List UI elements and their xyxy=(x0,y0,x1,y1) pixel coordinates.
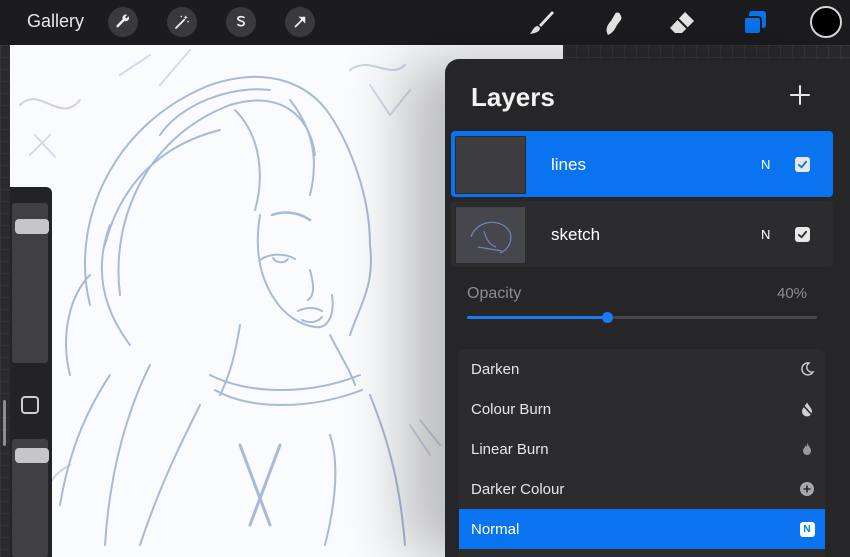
brush-tool[interactable] xyxy=(524,6,558,40)
layers-panel: Layers lines N sketch N Opacity 40% Dark… xyxy=(445,59,850,557)
opacity-slider-fill xyxy=(467,316,607,319)
layer-thumbnail xyxy=(455,206,526,264)
blend-mode-darken[interactable]: Darken xyxy=(459,349,825,389)
smudge-icon xyxy=(606,12,622,35)
blend-mode-darker-colour[interactable]: Darker Colour xyxy=(459,469,825,509)
left-sidebar xyxy=(10,187,52,557)
checkmark-icon xyxy=(797,230,808,239)
layer-name: lines xyxy=(551,155,586,174)
eraser-icon xyxy=(670,12,694,33)
selection-icon xyxy=(237,15,245,27)
moon-icon xyxy=(801,362,815,376)
brush-opacity-slider[interactable] xyxy=(12,439,49,557)
flame-icon xyxy=(803,442,811,455)
n-badge-icon: N xyxy=(799,521,815,537)
blend-mode-label: Darken xyxy=(471,361,520,378)
modify-button[interactable] xyxy=(21,396,39,414)
opacity-value: 40% xyxy=(777,285,808,302)
layer-row-lines[interactable]: lines N xyxy=(451,131,833,197)
wrench-icon xyxy=(116,14,129,28)
layer-thumbnail xyxy=(455,136,526,194)
blend-mode-label: Colour Burn xyxy=(471,401,552,418)
panel-title: Layers xyxy=(471,82,555,112)
layer-name: sketch xyxy=(551,225,601,244)
layer-opacity-slider[interactable] xyxy=(467,312,817,323)
top-toolbar: Gallery xyxy=(0,0,850,45)
layers-icon xyxy=(743,11,766,35)
adjustments-button[interactable] xyxy=(167,7,197,37)
sidebar-edge-handle[interactable] xyxy=(3,400,6,446)
blend-mode-linear-burn[interactable]: Linear Burn xyxy=(459,429,825,469)
normal-badge: N xyxy=(799,521,815,537)
transform-button[interactable] xyxy=(285,7,315,37)
gallery-button[interactable]: Gallery xyxy=(27,11,84,32)
plus-circle-icon xyxy=(800,482,814,496)
eraser-tool[interactable] xyxy=(665,6,699,40)
layer-blend-mode-button[interactable]: N xyxy=(761,157,770,172)
opacity-slider-knob[interactable] xyxy=(602,312,613,323)
brush-icon xyxy=(530,11,554,34)
checkmark-icon xyxy=(797,160,808,169)
opacity-label: Opacity xyxy=(467,285,522,302)
transform-arrow-icon xyxy=(294,16,306,28)
layer-row-sketch[interactable]: sketch N xyxy=(451,201,833,267)
layer-visibility-checkbox[interactable] xyxy=(795,227,810,242)
magic-wand-icon xyxy=(175,15,190,29)
blend-mode-normal[interactable]: Normal N xyxy=(459,509,825,549)
blend-mode-label: Normal xyxy=(471,521,520,538)
blend-mode-label: Darker Colour xyxy=(471,481,565,498)
layer-blend-mode-button[interactable]: N xyxy=(761,227,770,242)
blend-mode-list: Darken Colour Burn Linear Burn Darker Co… xyxy=(459,349,825,557)
blend-mode-label: Linear Burn xyxy=(471,441,549,458)
brush-opacity-thumb[interactable] xyxy=(15,448,49,463)
layers-tool[interactable] xyxy=(738,6,772,40)
selection-button[interactable] xyxy=(226,7,256,37)
sketch-thumbnail-art xyxy=(470,221,512,254)
brush-size-thumb[interactable] xyxy=(15,219,49,234)
layer-visibility-checkbox[interactable] xyxy=(795,157,810,172)
actions-button[interactable] xyxy=(108,7,138,37)
brush-size-slider[interactable] xyxy=(12,203,49,363)
add-layer-plus-icon[interactable] xyxy=(788,83,812,107)
smudge-tool[interactable] xyxy=(596,6,630,40)
blend-mode-colour-burn[interactable]: Colour Burn xyxy=(459,389,825,429)
color-picker-button[interactable] xyxy=(810,6,842,38)
burn-drop-icon xyxy=(801,402,813,417)
